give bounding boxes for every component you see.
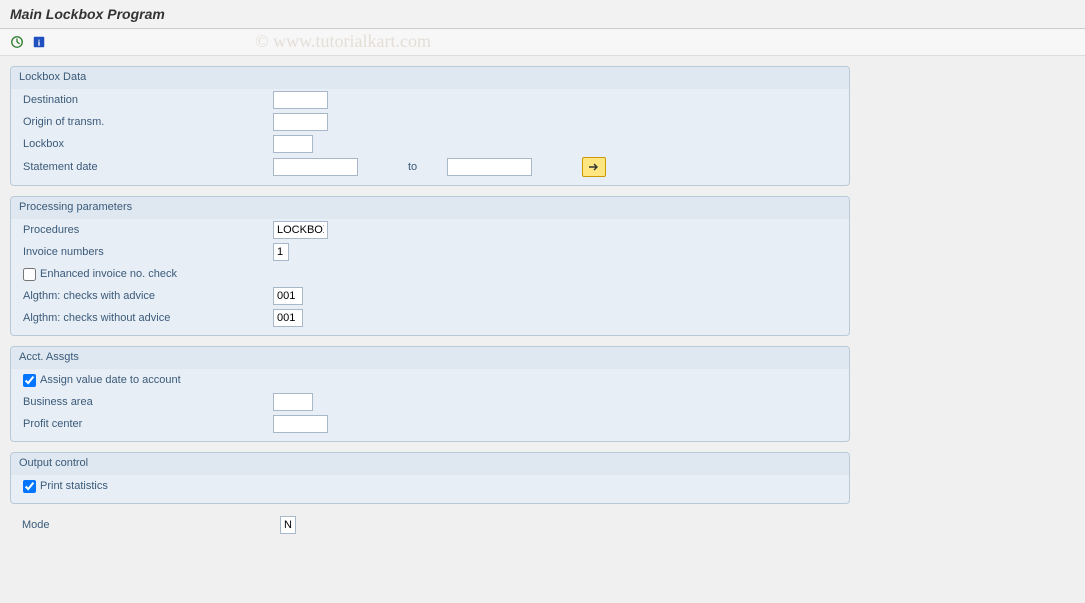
algthm-without-input[interactable] — [273, 309, 303, 327]
group-title-acct: Acct. Assgts — [11, 347, 849, 369]
destination-input[interactable] — [273, 91, 328, 109]
group-title-processing: Processing parameters — [11, 197, 849, 219]
print-statistics-label: Print statistics — [40, 480, 108, 492]
stmt-date-label: Statement date — [23, 161, 273, 173]
invoice-numbers-label: Invoice numbers — [23, 246, 273, 258]
print-statistics-checkbox[interactable] — [23, 480, 36, 493]
assign-value-date-checkbox[interactable] — [23, 374, 36, 387]
invoice-numbers-input[interactable] — [273, 243, 289, 261]
business-area-label: Business area — [23, 396, 273, 408]
procedures-input[interactable] — [273, 221, 328, 239]
group-output-control: Output control Print statistics — [10, 452, 850, 504]
assign-value-date-label: Assign value date to account — [40, 374, 181, 386]
lockbox-input[interactable] — [273, 135, 313, 153]
group-title-output: Output control — [11, 453, 849, 475]
algthm-with-label: Algthm: checks with advice — [23, 290, 273, 302]
stmt-date-from-input[interactable] — [273, 158, 358, 176]
mode-input[interactable] — [280, 516, 296, 534]
execute-icon[interactable] — [8, 33, 26, 51]
group-processing: Processing parameters Procedures Invoice… — [10, 196, 850, 336]
group-lockbox-data: Lockbox Data Destination Origin of trans… — [10, 66, 850, 186]
business-area-input[interactable] — [273, 393, 313, 411]
page-title: Main Lockbox Program — [10, 6, 1075, 22]
procedures-label: Procedures — [23, 224, 273, 236]
stmt-date-to-input[interactable] — [447, 158, 532, 176]
algthm-with-input[interactable] — [273, 287, 303, 305]
enhanced-check-label: Enhanced invoice no. check — [40, 268, 177, 280]
info-icon[interactable]: i — [30, 33, 48, 51]
group-title-lockbox: Lockbox Data — [11, 67, 849, 89]
watermark: © www.tutorialkart.com — [255, 31, 431, 52]
stmt-to-label: to — [408, 161, 417, 173]
algthm-without-label: Algthm: checks without advice — [23, 312, 273, 324]
mode-label: Mode — [22, 519, 280, 531]
mode-row: Mode — [10, 514, 850, 536]
profit-center-label: Profit center — [23, 418, 273, 430]
profit-center-input[interactable] — [273, 415, 328, 433]
content: Lockbox Data Destination Origin of trans… — [0, 56, 1085, 546]
group-acct-assgts: Acct. Assgts Assign value date to accoun… — [10, 346, 850, 442]
multiple-selection-button[interactable] — [582, 157, 606, 177]
lockbox-label: Lockbox — [23, 138, 273, 150]
toolbar: i © www.tutorialkart.com — [0, 29, 1085, 56]
enhanced-check-checkbox[interactable] — [23, 268, 36, 281]
origin-label: Origin of transm. — [23, 116, 273, 128]
title-bar: Main Lockbox Program — [0, 0, 1085, 29]
destination-label: Destination — [23, 94, 273, 106]
origin-input[interactable] — [273, 113, 328, 131]
